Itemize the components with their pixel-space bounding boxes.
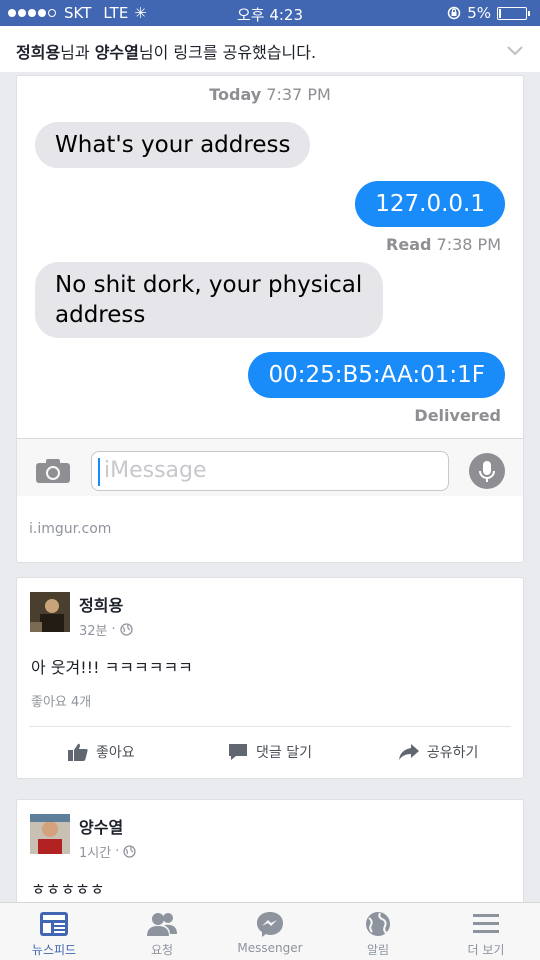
- status-bar: SKT LTE ✳ 오후 4:23 5%: [0, 0, 540, 26]
- status-right: 5%: [447, 4, 530, 22]
- read-receipt: Read 7:38 PM: [386, 235, 501, 254]
- public-globe-icon: [120, 623, 133, 636]
- tab-label: 요청: [150, 943, 174, 957]
- battery-percent: 5%: [467, 4, 491, 22]
- comment-icon: [229, 744, 248, 760]
- comment-post: 양수열 1시간 · ㅎㅎㅎㅎㅎ: [16, 799, 524, 919]
- share-user-1[interactable]: 정희용: [16, 43, 60, 62]
- like-button[interactable]: 좋아요: [17, 740, 186, 764]
- tab-label: Messenger: [237, 941, 303, 955]
- tab-more[interactable]: 더 보기: [432, 903, 540, 960]
- public-globe-icon: [123, 845, 136, 858]
- like-count[interactable]: 좋아요 4개: [31, 691, 91, 710]
- message-bubble-outgoing: 127.0.0.1: [355, 181, 505, 227]
- post-time[interactable]: 32분: [79, 620, 108, 639]
- avatar[interactable]: [30, 592, 70, 632]
- tab-label: 뉴스피드: [31, 943, 77, 957]
- chevron-down-icon[interactable]: [506, 38, 524, 62]
- tab-news-feed[interactable]: 뉴스피드: [0, 903, 108, 960]
- link-preview-image: Today 7:37 PM What's your address 127.0.…: [17, 76, 523, 496]
- news-feed-icon: [40, 912, 68, 936]
- thumbs-up-icon: [68, 743, 88, 761]
- delivered-status: Delivered: [414, 406, 501, 425]
- camera-icon: [36, 459, 70, 483]
- post-meta: 32분 ·: [79, 620, 133, 639]
- share-button[interactable]: 공유하기: [354, 740, 523, 764]
- imessage-input: iMessage: [91, 451, 449, 491]
- tab-requests[interactable]: 요청: [108, 903, 216, 960]
- share-story-text: 정희용님과 양수열님이 링크를 공유했습니다.: [16, 43, 317, 62]
- message-timestamp: Today 7:37 PM: [209, 85, 331, 104]
- comment-button[interactable]: 댓글 달기: [186, 740, 355, 764]
- globe-notifications-icon: [366, 912, 390, 936]
- message-bubble-incoming: What's your address: [35, 122, 311, 168]
- tab-label: 더 보기: [467, 943, 505, 957]
- comment-post: 정희용 32분 · 아 웃겨!!! ㅋㅋㅋㅋㅋㅋ 좋아요 4개 좋아요 댓글 달기: [16, 577, 524, 779]
- bottom-tab-bar: 뉴스피드 요청 Messenger 알림 더 보기: [0, 902, 540, 960]
- post-time[interactable]: 1시간: [79, 842, 111, 861]
- imessage-compose-bar: iMessage: [17, 438, 523, 496]
- post-text: 아 웃겨!!! ㅋㅋㅋㅋㅋㅋ: [31, 658, 193, 677]
- post-meta: 1시간 ·: [79, 842, 136, 861]
- post-text: ㅎㅎㅎㅎㅎ: [31, 880, 105, 899]
- post-author[interactable]: 정희용: [79, 592, 123, 616]
- message-bubble-incoming: No shit dork, your physical address: [35, 262, 383, 338]
- tab-notifications[interactable]: 알림: [324, 903, 432, 960]
- message-bubble-outgoing: 00:25:B5:AA:01:1F: [248, 352, 505, 398]
- rotation-lock-icon: [447, 6, 461, 20]
- post-actions: 좋아요 댓글 달기 공유하기: [17, 740, 523, 764]
- shared-link-card[interactable]: Today 7:37 PM What's your address 127.0.…: [16, 75, 524, 563]
- avatar[interactable]: [30, 814, 70, 854]
- link-domain: i.imgur.com: [29, 521, 112, 537]
- battery-icon: [497, 6, 527, 20]
- share-arrow-icon: [398, 744, 419, 760]
- friend-requests-icon: [147, 913, 177, 936]
- menu-icon: [473, 914, 499, 933]
- tab-label: 알림: [366, 943, 390, 957]
- microphone-icon: [469, 453, 505, 489]
- tab-messenger[interactable]: Messenger: [216, 903, 324, 960]
- post-author[interactable]: 양수열: [79, 814, 123, 838]
- divider: [29, 726, 511, 727]
- messenger-icon: [257, 912, 283, 937]
- share-user-2[interactable]: 양수열: [95, 43, 139, 62]
- share-header: 정희용님과 양수열님이 링크를 공유했습니다.: [0, 26, 540, 72]
